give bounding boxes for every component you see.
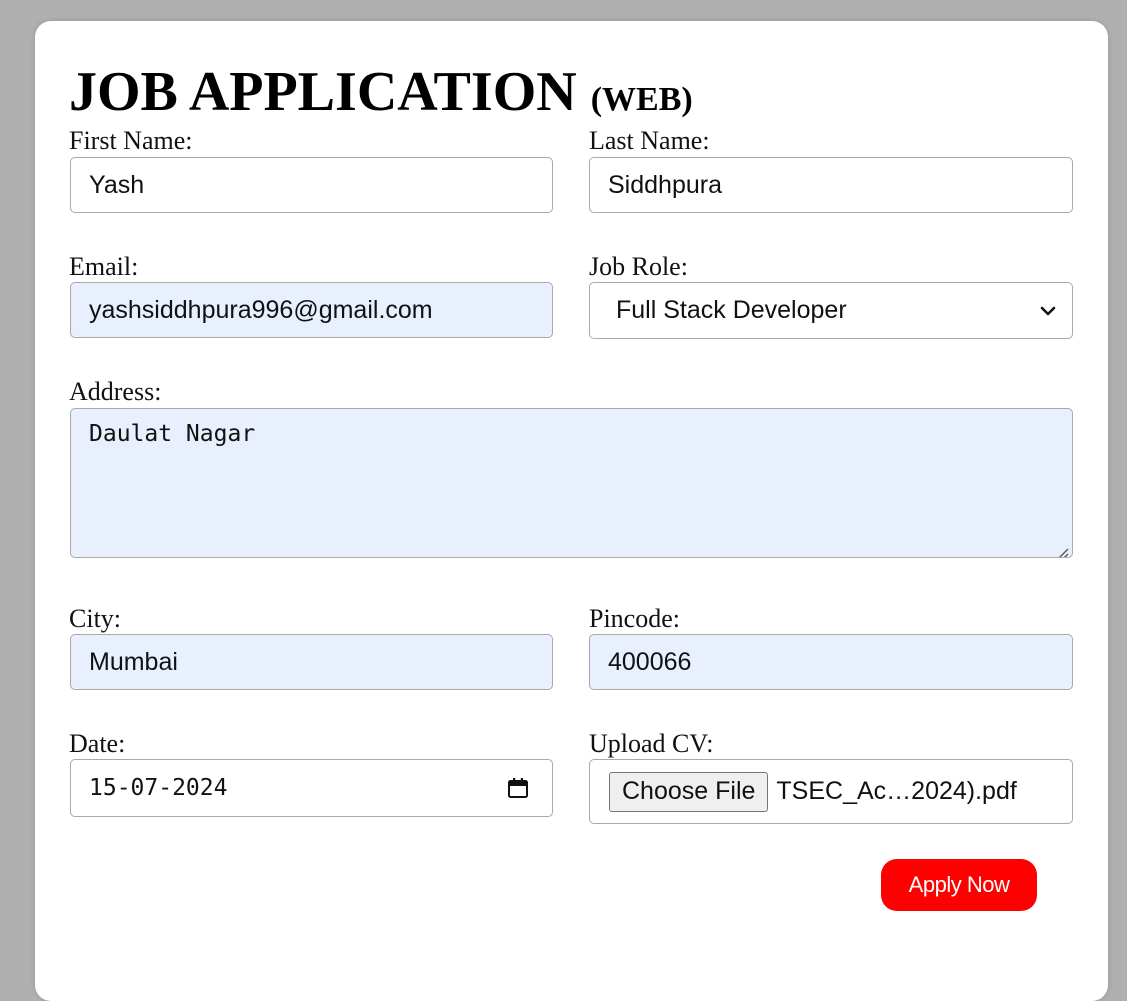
address-value: Daulat Nagar <box>89 421 256 447</box>
date-value: 15-07-2024 <box>89 775 228 801</box>
resize-handle-icon[interactable] <box>1055 540 1069 557</box>
last-name-label: Last Name: <box>589 126 710 155</box>
page-title: JOB APPLICATION (WEB) <box>69 60 693 132</box>
pincode-value: 400066 <box>608 647 692 676</box>
title-suffix: (WEB) <box>590 81 693 118</box>
cv-file-name: TSEC_Ac…2024).pdf <box>776 777 1017 805</box>
date-input[interactable]: 15-07-2024 <box>70 759 553 817</box>
city-value: Mumbai <box>89 647 178 676</box>
date-label: Date: <box>69 729 126 758</box>
email-label: Email: <box>69 252 139 281</box>
job-role-selected: Full Stack Developer <box>616 296 847 324</box>
email-input[interactable]: yashsiddhpura996@gmail.com <box>70 282 553 338</box>
address-label: Address: <box>69 377 162 406</box>
pincode-label: Pincode: <box>589 604 680 633</box>
apply-now-button[interactable]: Apply Now <box>881 859 1037 911</box>
city-label: City: <box>69 604 122 633</box>
first-name-label: First Name: <box>69 126 193 155</box>
calendar-icon[interactable] <box>506 776 530 800</box>
email-value: yashsiddhpura996@gmail.com <box>89 295 433 324</box>
cv-file-input[interactable]: Choose File TSEC_Ac…2024).pdf <box>589 759 1073 824</box>
last-name-input[interactable]: Siddhpura <box>589 157 1073 213</box>
last-name-value: Siddhpura <box>608 170 722 199</box>
first-name-input[interactable]: Yash <box>70 157 553 213</box>
chevron-down-icon <box>1038 301 1058 321</box>
upload-cv-label: Upload CV: <box>589 729 714 758</box>
first-name-value: Yash <box>89 170 145 199</box>
job-role-select[interactable]: Full Stack Developer <box>589 282 1073 339</box>
job-role-label: Job Role: <box>589 252 688 281</box>
address-textarea[interactable]: Daulat Nagar <box>70 408 1073 558</box>
choose-file-button[interactable]: Choose File <box>609 771 769 812</box>
title-main: JOB APPLICATION <box>69 61 577 123</box>
city-input[interactable]: Mumbai <box>70 634 553 690</box>
pincode-input[interactable]: 400066 <box>589 634 1073 690</box>
